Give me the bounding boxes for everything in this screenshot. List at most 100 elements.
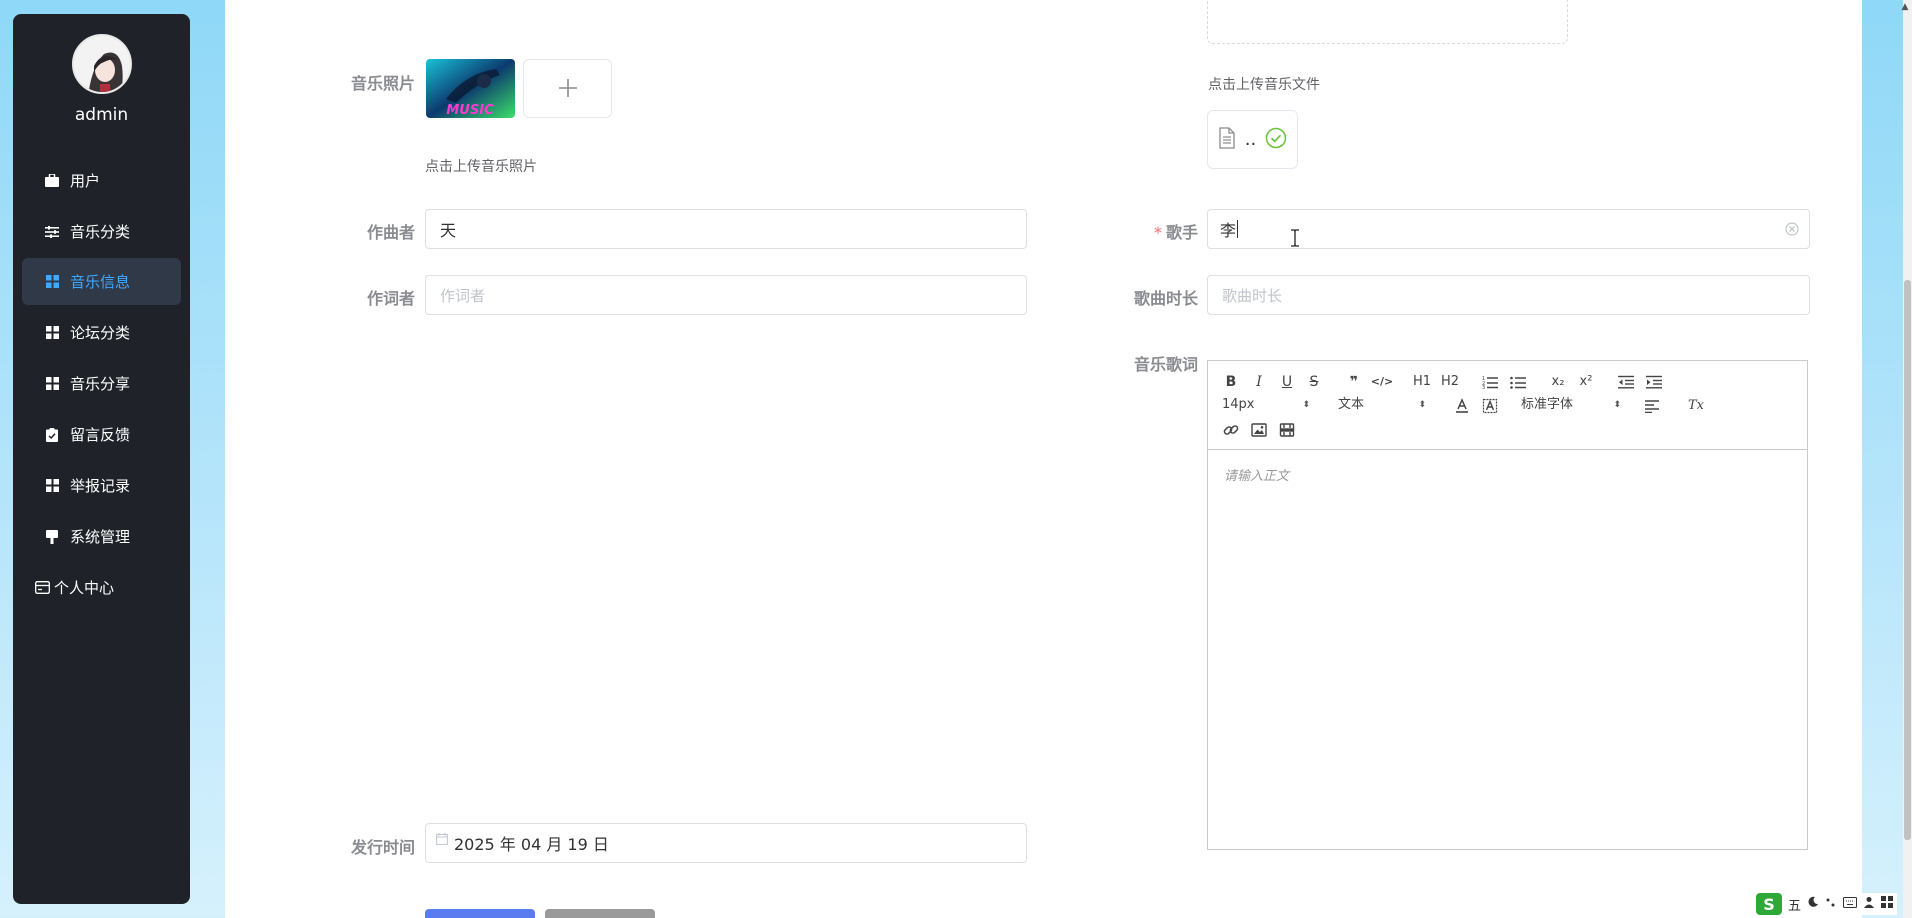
scroll-up-arrow-icon[interactable]: ▲ <box>1898 0 1912 14</box>
photo-upload-hint: 点击上传音乐照片 <box>425 159 537 175</box>
select-arrows-icon: ⬍ <box>1418 400 1426 410</box>
bold-button[interactable]: B <box>1221 372 1241 392</box>
sidebar-item-label: 用户 <box>70 172 101 190</box>
sliders-icon <box>44 224 60 240</box>
sidebar-item-label: 音乐信息 <box>70 273 131 291</box>
background-color-icon[interactable] <box>1480 396 1500 416</box>
card-icon <box>34 580 50 596</box>
code-block-button[interactable]: </> <box>1371 372 1393 392</box>
outdent-icon[interactable] <box>1616 372 1636 392</box>
sidebar-item-forum-category[interactable]: 论坛分类 <box>22 309 181 356</box>
ordered-list-icon[interactable]: 123 <box>1480 372 1500 392</box>
main-form-panel: 音乐照片 MUSIC 点击上传音乐照片 点击上传音乐文件 .. 作曲者 天 * … <box>225 0 1862 918</box>
submit-button[interactable] <box>425 909 535 918</box>
sidebar-item-system[interactable]: 系统管理 <box>22 513 181 560</box>
lyricist-label: 作词者 <box>366 289 415 308</box>
grid-menu-icon[interactable] <box>1881 896 1894 912</box>
subscript-button[interactable]: x₂ <box>1548 372 1568 392</box>
lyrics-rich-text-editor[interactable]: B I U S ❞ </> H1 H2 123 x₂ x² 14px ⬍ 文本 … <box>1207 360 1808 850</box>
italic-button[interactable]: I <box>1249 372 1269 392</box>
photo-upload-button[interactable] <box>523 59 612 118</box>
release-date-value: 2025 年 04 月 19 日 <box>454 835 609 854</box>
editor-placeholder: 请输入正文 <box>1224 469 1290 484</box>
music-photo-label: 音乐照片 <box>350 74 415 93</box>
sidebar-item-music-share[interactable]: 音乐分享 <box>22 360 181 407</box>
grid-icon <box>44 325 60 341</box>
text-cursor <box>1237 220 1239 238</box>
clear-icon[interactable] <box>1785 221 1799 240</box>
singer-label-text: 歌手 <box>1165 223 1198 242</box>
sidebar-item-feedback[interactable]: 留言反馈 <box>22 411 181 458</box>
grid-icon <box>44 376 60 392</box>
composer-label: 作曲者 <box>366 223 415 242</box>
video-icon[interactable] <box>1277 420 1297 440</box>
ime-mode[interactable]: 五 <box>1788 895 1801 914</box>
punctuation-icon[interactable] <box>1825 896 1837 912</box>
sidebar-item-music-category[interactable]: 音乐分类 <box>22 208 181 255</box>
username: admin <box>74 105 129 125</box>
duration-label: 歌曲时长 <box>1133 289 1198 308</box>
ime-toolbar[interactable]: S 五 <box>1752 893 1898 915</box>
select-arrows-icon: ⬍ <box>1613 400 1621 410</box>
composer-input[interactable]: 天 <box>425 209 1027 249</box>
strikethrough-button[interactable]: S <box>1304 372 1324 392</box>
ime-logo[interactable]: S <box>1756 893 1782 915</box>
music-photo-thumbnail[interactable]: MUSIC <box>426 59 515 118</box>
sidebar-item-music-info[interactable]: 音乐信息 <box>22 258 181 305</box>
photo-thumb-text: MUSIC <box>446 103 494 118</box>
header-value: 文本 <box>1338 397 1365 412</box>
sidebar-item-label: 个人中心 <box>54 579 115 597</box>
header-select[interactable]: 文本 ⬍ <box>1338 396 1426 414</box>
font-color-icon[interactable] <box>1452 396 1472 416</box>
image-icon[interactable] <box>1249 420 1269 440</box>
brush-icon <box>44 529 60 545</box>
font-family-value: 标准字体 <box>1521 397 1574 412</box>
font-size-select[interactable]: 14px ⬍ <box>1222 396 1310 414</box>
link-icon[interactable] <box>1221 420 1241 440</box>
sidebar-item-label: 系统管理 <box>70 528 131 546</box>
blockquote-button[interactable]: ❞ <box>1344 372 1364 392</box>
bullet-list-icon[interactable] <box>1508 372 1528 392</box>
clipboard-icon <box>44 427 60 443</box>
sidebar-item-label: 音乐分类 <box>70 223 131 241</box>
lyricist-input[interactable]: 作词者 <box>425 275 1027 315</box>
page-scrollbar-thumb[interactable] <box>1904 280 1911 840</box>
avatar[interactable] <box>72 34 132 94</box>
sidebar-item-label: 音乐分享 <box>70 375 131 393</box>
composer-value: 天 <box>440 221 457 240</box>
font-family-select[interactable]: 标准字体 ⬍ <box>1521 396 1621 414</box>
grid-icon <box>44 478 60 494</box>
briefcase-icon <box>44 173 60 189</box>
heading2-button[interactable]: H2 <box>1440 372 1460 392</box>
sidebar: admin 用户 音乐分类 音乐信息 论坛分类 音乐分享 留言反馈 举报记录 系… <box>13 14 190 904</box>
superscript-button[interactable]: x² <box>1576 372 1596 392</box>
sidebar-item-reports[interactable]: 举报记录 <box>22 462 181 509</box>
user-icon[interactable] <box>1863 896 1875 912</box>
check-circle-icon <box>1265 127 1287 153</box>
cancel-button[interactable] <box>545 909 655 918</box>
music-file-upload-area[interactable] <box>1207 0 1568 44</box>
heading1-button[interactable]: H1 <box>1412 372 1432 392</box>
sidebar-item-label: 留言反馈 <box>70 426 131 444</box>
uploaded-file-card[interactable]: .. <box>1207 110 1298 169</box>
align-icon[interactable] <box>1642 396 1662 416</box>
moon-icon[interactable] <box>1807 896 1819 912</box>
text-ibeam-cursor-icon <box>1290 229 1300 251</box>
font-size-value: 14px <box>1222 397 1255 412</box>
lyrics-label: 音乐歌词 <box>1133 355 1198 374</box>
singer-label: * 歌手 <box>1080 219 1198 243</box>
sidebar-item-profile[interactable]: 个人中心 <box>22 564 181 611</box>
file-upload-hint: 点击上传音乐文件 <box>1208 77 1320 93</box>
svg-text:3: 3 <box>1482 385 1485 389</box>
duration-input[interactable]: 歌曲时长 <box>1207 275 1810 315</box>
release-date-label: 发行时间 <box>350 838 415 857</box>
singer-value: 李 <box>1220 221 1237 240</box>
sidebar-item-label: 举报记录 <box>70 477 131 495</box>
keyboard-icon[interactable] <box>1843 896 1858 912</box>
underline-button[interactable]: U <box>1277 372 1297 392</box>
release-date-picker[interactable]: 2025 年 04 月 19 日 <box>425 823 1027 863</box>
clean-format-button[interactable]: Tx <box>1686 396 1706 416</box>
sidebar-item-users[interactable]: 用户 <box>22 157 181 204</box>
uploaded-file-name: .. <box>1244 129 1257 150</box>
indent-icon[interactable] <box>1644 372 1664 392</box>
